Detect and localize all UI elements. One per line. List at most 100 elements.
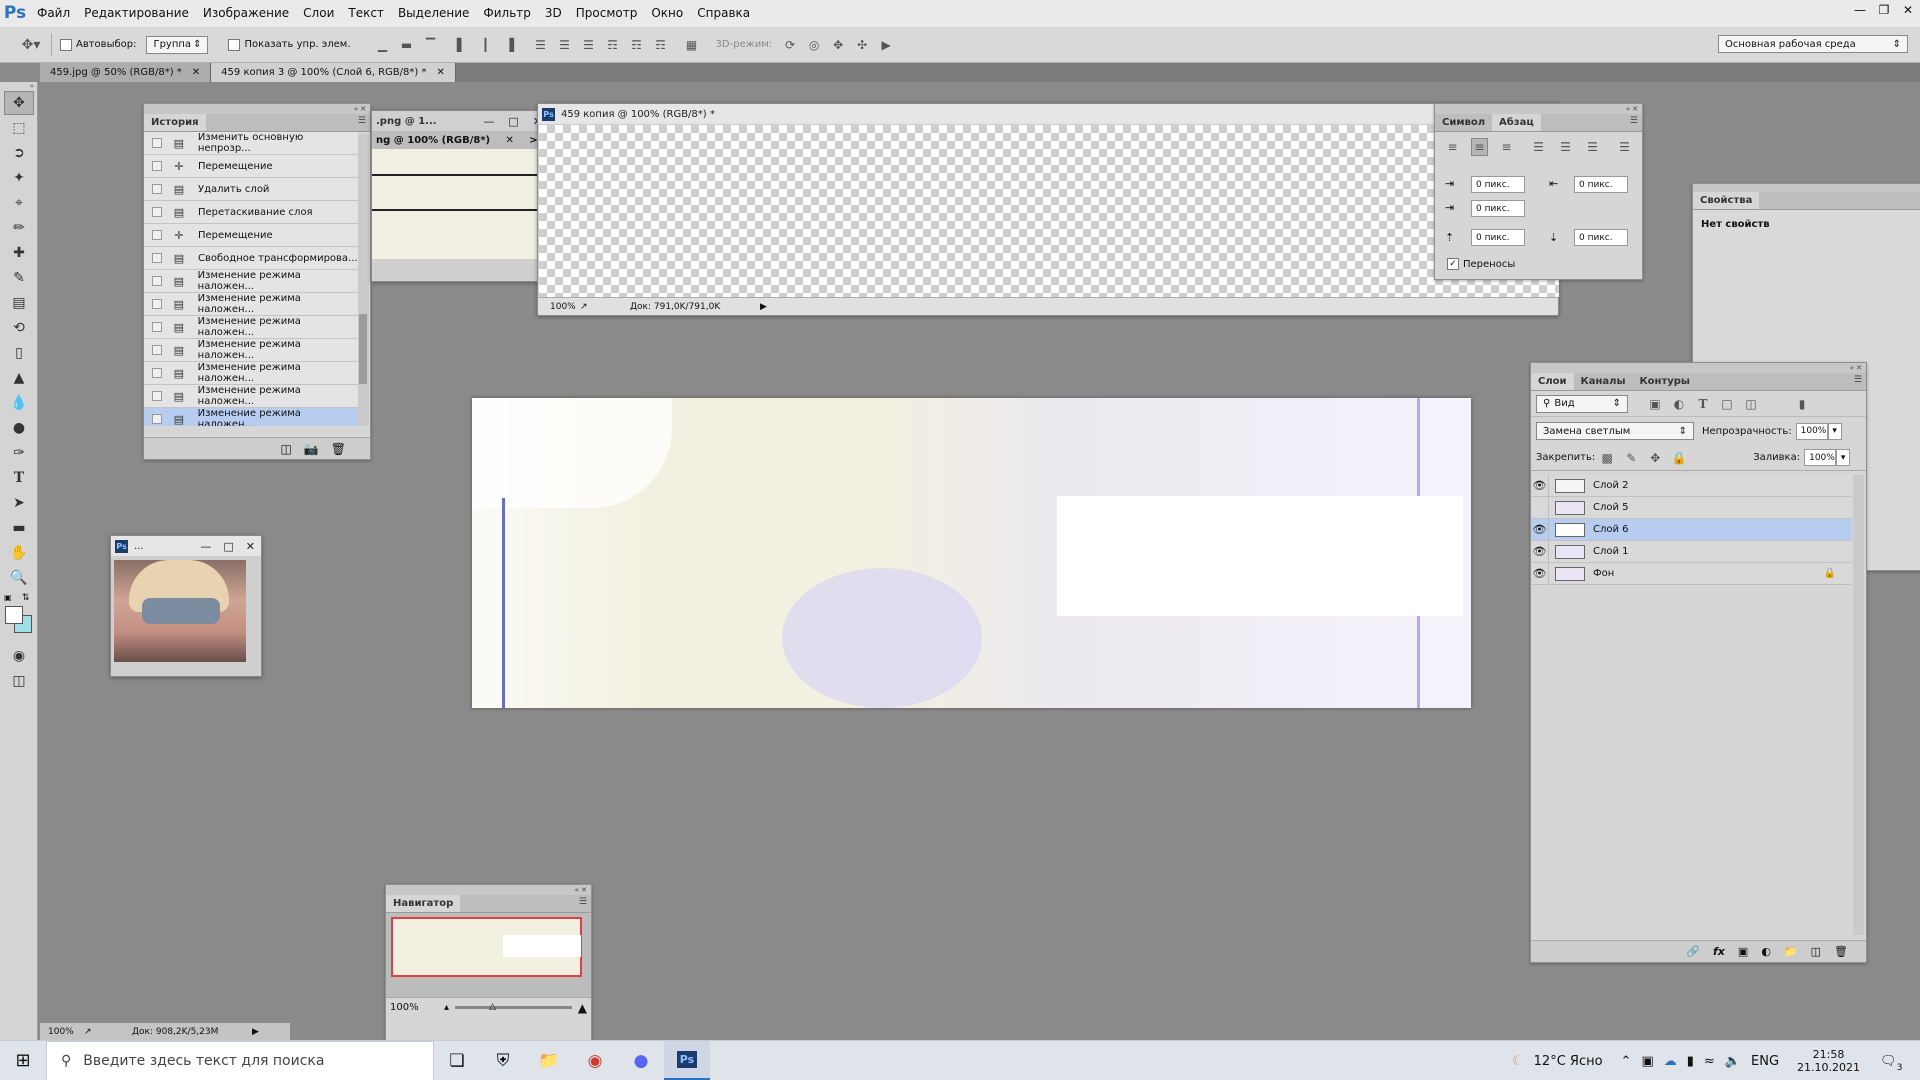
shape-tool-icon[interactable]: ▬: [4, 516, 34, 540]
justify-all-icon[interactable]: ☰: [1616, 138, 1633, 156]
history-snapshot-checkbox[interactable]: [152, 161, 162, 171]
close-icon[interactable]: ✕: [1856, 364, 1862, 372]
photoshop-taskbar-icon[interactable]: Ps: [664, 1040, 710, 1080]
history-item[interactable]: ▤ Изменение режима наложен...: [144, 362, 358, 385]
tab-paths[interactable]: Контуры: [1633, 373, 1697, 390]
history-item[interactable]: ✛ Перемещение: [144, 224, 358, 247]
close-icon[interactable]: ✕: [505, 135, 513, 146]
navigator-preview[interactable]: [391, 917, 582, 977]
menu-layers[interactable]: Слои: [296, 0, 341, 27]
layers-scrollbar[interactable]: [1853, 475, 1864, 935]
move-tool-icon[interactable]: ✥: [4, 91, 34, 115]
space-after-field[interactable]: 0 пикс.: [1574, 229, 1628, 246]
panel-menu-icon[interactable]: ☰: [358, 116, 366, 126]
panel-menu-icon[interactable]: ☰: [1854, 375, 1862, 385]
weather-text[interactable]: 12°C Ясно: [1534, 1054, 1603, 1069]
tray-cloud-icon[interactable]: ☁: [1664, 1054, 1677, 1069]
3d-rotate-icon[interactable]: ⟳: [781, 36, 799, 54]
align-top-icon[interactable]: ▁: [374, 36, 392, 54]
wifi-icon[interactable]: ≈: [1704, 1054, 1715, 1069]
history-item[interactable]: ▤ Изменение режима наложен...: [144, 316, 358, 339]
maximize-icon[interactable]: □: [508, 115, 518, 128]
fill-field[interactable]: 100%: [1804, 449, 1837, 466]
collapse-icon[interactable]: «: [1626, 105, 1630, 113]
minimize-icon[interactable]: —: [200, 540, 211, 553]
history-item[interactable]: ▤ Изменение режима наложен...: [144, 385, 358, 408]
security-shield-icon[interactable]: ⛨: [480, 1041, 526, 1080]
panel-menu-icon[interactable]: ☰: [1630, 116, 1638, 126]
stamp-tool-icon[interactable]: ▤: [4, 291, 34, 315]
pen-tool-icon[interactable]: ✑: [4, 441, 34, 465]
zoom-slider[interactable]: △: [455, 1002, 572, 1012]
close-icon[interactable]: ✕: [360, 105, 366, 113]
transparent-canvas[interactable]: [539, 125, 1559, 297]
layer-row[interactable]: 👁 Слой 2: [1531, 474, 1852, 497]
add-mask-icon[interactable]: ▣: [1738, 945, 1748, 958]
gradient-tool-icon[interactable]: ▲: [4, 366, 34, 390]
close-icon[interactable]: ✕: [1632, 105, 1638, 113]
menu-window[interactable]: Окно: [644, 0, 690, 27]
status-menu-arrow-icon[interactable]: ▶: [252, 1027, 259, 1037]
visibility-eye-icon[interactable]: 👁: [1531, 562, 1549, 585]
chevron-down-icon[interactable]: ▾: [1836, 449, 1851, 466]
indent-left-field[interactable]: 0 пикс.: [1471, 176, 1525, 193]
justify-left-icon[interactable]: ☰: [1530, 138, 1547, 156]
history-snapshot-checkbox[interactable]: [152, 299, 162, 309]
auto-align-icon[interactable]: ▦: [683, 36, 701, 54]
filter-adjustment-icon[interactable]: ◐: [1670, 395, 1688, 413]
3d-roll-icon[interactable]: ◎: [805, 36, 823, 54]
status-menu-arrow-icon[interactable]: ▶: [760, 302, 767, 312]
autoselect-checkbox[interactable]: [60, 38, 72, 51]
quick-select-tool-icon[interactable]: ✦: [4, 166, 34, 190]
indent-first-line-field[interactable]: 0 пикс.: [1471, 200, 1525, 217]
distribute-left-icon[interactable]: ☶: [604, 36, 622, 54]
visibility-eye-icon[interactable]: [1531, 496, 1549, 519]
history-snapshot-checkbox[interactable]: [152, 368, 162, 378]
tab-paragraph[interactable]: Абзац: [1492, 114, 1541, 131]
close-icon[interactable]: ✕: [1896, 0, 1920, 20]
eyedropper-tool-icon[interactable]: ✏: [4, 216, 34, 240]
align-text-right-icon[interactable]: ≡: [1498, 138, 1515, 156]
tab-character[interactable]: Символ: [1435, 114, 1492, 131]
history-item[interactable]: ▤ Изменение режима наложен...: [144, 408, 358, 426]
new-layer-icon[interactable]: ◫: [1811, 945, 1821, 958]
filter-smart-object-icon[interactable]: ◫: [1742, 395, 1760, 413]
indent-right-field[interactable]: 0 пикс.: [1574, 176, 1628, 193]
history-scrollbar[interactable]: [358, 134, 369, 426]
history-snapshot-checkbox[interactable]: [152, 391, 162, 401]
distribute-bottom-icon[interactable]: ☰: [580, 36, 598, 54]
workspace-dropdown[interactable]: Основная рабочая среда ⇕: [1718, 35, 1908, 53]
visibility-eye-icon[interactable]: 👁: [1531, 518, 1549, 541]
menu-help[interactable]: Справка: [690, 0, 757, 27]
lock-position-icon[interactable]: ✥: [1646, 449, 1664, 467]
history-item[interactable]: ▤ Изменение режима наложен...: [144, 270, 358, 293]
history-snapshot-checkbox[interactable]: [152, 345, 162, 355]
swap-colors-icon[interactable]: ⇅: [22, 593, 30, 603]
type-tool-icon[interactable]: T: [4, 466, 34, 490]
blur-tool-icon[interactable]: 💧: [4, 391, 34, 415]
menu-file[interactable]: Файл: [30, 0, 77, 27]
history-item[interactable]: ▤ Изменить основную непрозр...: [144, 132, 358, 155]
history-item[interactable]: ▤ Удалить слой: [144, 178, 358, 201]
layer-filter-dropdown[interactable]: ⚲ Вид ⇕: [1536, 394, 1628, 413]
align-text-left-icon[interactable]: ≡: [1444, 138, 1461, 156]
lasso-tool-icon[interactable]: ➲: [4, 141, 34, 165]
filter-shape-icon[interactable]: □: [1718, 395, 1736, 413]
close-icon[interactable]: ✕: [192, 67, 200, 78]
collapse-icon[interactable]: «: [1850, 364, 1854, 372]
history-item[interactable]: ▤ Перетаскивание слоя: [144, 201, 358, 224]
3d-slide-icon[interactable]: ✣: [853, 36, 871, 54]
menu-3d[interactable]: 3D: [538, 0, 569, 27]
layer-row[interactable]: 👁 Фон 🔒: [1531, 562, 1852, 585]
lock-transparency-icon[interactable]: ▩: [1598, 449, 1616, 467]
align-bottom-icon[interactable]: ▔: [422, 36, 440, 54]
trash-icon[interactable]: 🗑: [331, 442, 346, 456]
scroll-thumb[interactable]: [359, 314, 367, 384]
crop-tool-icon[interactable]: ⌖: [4, 191, 34, 215]
justify-right-icon[interactable]: ☰: [1584, 138, 1601, 156]
show-transform-checkbox[interactable]: [228, 38, 241, 51]
collapse-icon[interactable]: »: [0, 82, 37, 90]
main-canvas[interactable]: [472, 398, 1471, 708]
path-select-icon[interactable]: ➤: [4, 491, 34, 515]
menu-view[interactable]: Просмотр: [569, 0, 645, 27]
